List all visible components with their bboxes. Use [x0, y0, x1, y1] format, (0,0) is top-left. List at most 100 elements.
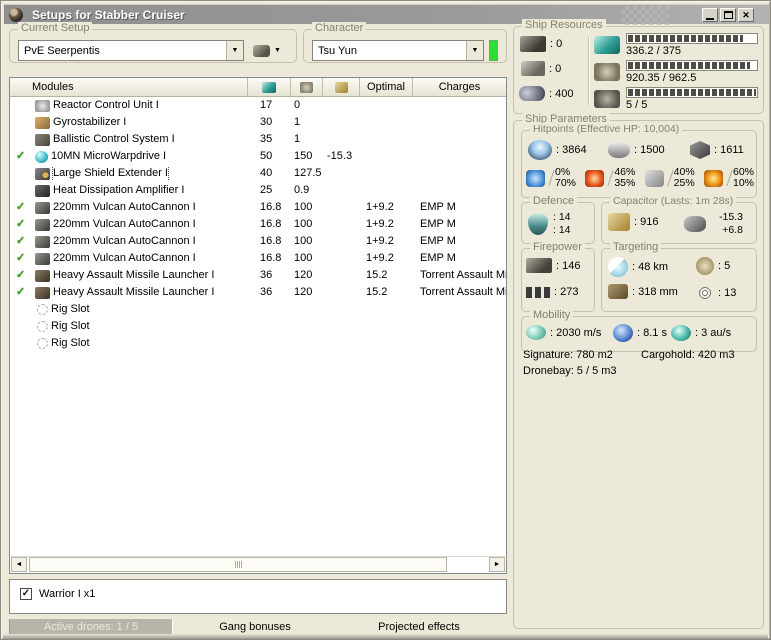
max-velocity-value: : 2030 m/s	[550, 326, 602, 339]
drone-label: Warrior I x1	[39, 588, 96, 600]
module-name: 220mm Vulcan AutoCannon I	[53, 252, 196, 264]
active-check-icon: ✓	[16, 235, 26, 247]
module-row[interactable]: ✓ 10MN MicroWarpdrive I 50 150 -15.3	[10, 148, 506, 165]
sensor-strength-value: : 13	[718, 287, 737, 299]
powergrid-usage-text: 920.35 / 962.5	[626, 72, 697, 84]
dronebay-usage-text: 5 / 5	[626, 99, 648, 111]
module-name: Gyrostabilizer I	[53, 116, 127, 128]
armor-resist-value: 35%	[614, 177, 636, 189]
mobility-label: Mobility	[530, 309, 574, 321]
module-cpu: 16.8	[260, 201, 282, 213]
module-row[interactable]: Rig Slot	[10, 301, 506, 318]
module-charges: Torrent Assault Mis	[420, 269, 506, 281]
gyro-module-icon	[35, 116, 50, 129]
window-bottom-edge	[3, 634, 768, 639]
close-button[interactable]: ✕	[738, 8, 754, 22]
current-setup-label: Current Setup	[18, 22, 93, 34]
active-check-icon: ✓	[16, 252, 26, 264]
rig-calibration-value: : 400	[549, 87, 574, 100]
character-dropdown-button[interactable]: ▼	[466, 41, 483, 60]
module-row[interactable]: Heat Dissipation Amplifier I 25 0.9	[10, 182, 506, 199]
shield-hp-icon	[528, 140, 552, 160]
module-row[interactable]: ✓ Heavy Assault Missile Launcher I 36 120 15…	[10, 284, 506, 301]
column-header-capacitor[interactable]	[322, 78, 359, 96]
tab-projected-effects[interactable]: Projected effects	[337, 619, 501, 635]
titlebar[interactable]: Setups for Stabber Cruiser ✕	[4, 4, 769, 25]
active-check-icon: ✓	[16, 286, 26, 298]
targeting-range-value: : 48 km	[632, 261, 669, 273]
scroll-left-button[interactable]: ◄	[11, 557, 27, 572]
scrollbar-thumb[interactable]	[29, 557, 447, 572]
column-header-charges[interactable]: Charges	[412, 78, 506, 96]
module-row[interactable]: Rig Slot	[10, 335, 506, 352]
setup-actions-button[interactable]: ▼	[250, 40, 284, 61]
module-row[interactable]: Rig Slot	[10, 318, 506, 335]
scrollbar-track[interactable]	[27, 557, 489, 572]
defence-icon	[528, 213, 548, 235]
module-charges: EMP M	[420, 235, 456, 247]
module-powergrid: 100	[294, 252, 313, 264]
drone-item[interactable]: ✓ Warrior I x1	[20, 588, 506, 600]
module-row[interactable]: ✓ Heavy Assault Missile Launcher I 36 120 15…	[10, 267, 506, 284]
module-row[interactable]: Reactor Control Unit I 17 0	[10, 97, 506, 114]
module-powergrid: 100	[294, 218, 313, 230]
em-damage-icon	[526, 169, 545, 187]
module-charges: Torrent Assault Mis	[420, 286, 506, 298]
column-header-optimal[interactable]: Optimal	[359, 78, 412, 96]
capacitor-recharge-icon	[684, 216, 706, 232]
resist-divider	[722, 170, 733, 186]
firepower-label: Firepower	[530, 241, 585, 253]
capacitor-amount-value: : 916	[634, 216, 659, 228]
active-check-icon: ✓	[16, 150, 26, 162]
tab-gang-bonuses[interactable]: Gang bonuses	[173, 619, 337, 635]
module-cpu: 16.8	[260, 218, 282, 230]
bottom-tabs: Active drones: 1 / 5 Gang bonuses Projecte…	[9, 619, 507, 635]
module-row[interactable]: ✓ 220mm Vulcan AutoCannon I 16.8 100 1+9.2 EM…	[10, 199, 506, 216]
column-header-modules[interactable]: Modules	[10, 78, 247, 96]
module-powergrid: 1	[294, 116, 301, 128]
dronebay-stat: Dronebay: 5 / 5 m3	[523, 365, 617, 377]
current-setup-combobox[interactable]: PvE Seerpentis ▼	[18, 40, 244, 61]
titlebar-dither-pattern	[621, 6, 669, 25]
mobility-group: Mobility : 2030 m/s : 8.1 s : 3 au/s	[521, 309, 757, 352]
maximize-button[interactable]	[720, 8, 736, 22]
max-velocity-icon	[526, 325, 546, 340]
current-setup-dropdown-button[interactable]: ▼	[226, 41, 243, 60]
module-row[interactable]: ✓ 220mm Vulcan AutoCannon I 16.8 100 1+9.2 EM…	[10, 233, 506, 250]
module-cpu: 17	[260, 99, 273, 111]
module-row[interactable]: Gyrostabilizer I 30 1	[10, 114, 506, 131]
warp-speed-icon	[671, 325, 691, 341]
module-powergrid: 120	[294, 286, 313, 298]
lse-module-icon	[35, 167, 50, 180]
drone-checkbox[interactable]: ✓	[20, 588, 32, 600]
module-optimal: 15.2	[366, 269, 388, 281]
module-row[interactable]: Large Shield Extender I 40 127.5	[10, 165, 506, 182]
module-cpu: 25	[260, 184, 273, 196]
module-charges: EMP M	[420, 252, 456, 264]
module-row[interactable]: Ballistic Control System I 35 1	[10, 131, 506, 148]
dps-value: : 146	[556, 259, 581, 272]
tab-active-drones-1-5[interactable]: Active drones: 1 / 5	[9, 619, 173, 635]
module-name: Heavy Assault Missile Launcher I	[53, 269, 215, 281]
capacitor-delta-bottom: +6.8	[722, 224, 743, 236]
scroll-left-icon: ◄	[15, 561, 23, 568]
ship-resources-label: Ship Resources	[522, 19, 606, 31]
minimize-button[interactable]	[702, 8, 718, 22]
module-row[interactable]: ✓ 220mm Vulcan AutoCannon I 16.8 100 1+9.2 EM…	[10, 216, 506, 233]
close-icon: ✕	[742, 9, 750, 20]
hitpoints-group: Hitpoints (Effective HP: 10,004) : 3864 …	[521, 123, 757, 198]
horizontal-scrollbar[interactable]: ◄ ►	[11, 556, 505, 572]
window-title: Setups for Stabber Cruiser	[32, 7, 185, 22]
max-targets-icon	[696, 257, 714, 275]
scroll-right-button[interactable]: ►	[489, 557, 505, 572]
targeting-group: Targeting : 48 km : 5 : 318 mm : 13	[601, 241, 757, 312]
armor-hp-icon	[608, 142, 630, 158]
character-combobox[interactable]: Tsu Yun ▼	[312, 40, 484, 61]
modules-header: Modules Optimal Charges	[10, 78, 506, 97]
targeting-range-icon	[608, 257, 628, 277]
module-row[interactable]: ✓ 220mm Vulcan AutoCannon I 16.8 100 1+9.2 EM…	[10, 250, 506, 267]
column-header-cpu[interactable]	[247, 78, 290, 96]
module-powergrid: 120	[294, 269, 313, 281]
column-header-powergrid[interactable]	[290, 78, 322, 96]
defence-bottom-value: : 14	[553, 224, 571, 236]
